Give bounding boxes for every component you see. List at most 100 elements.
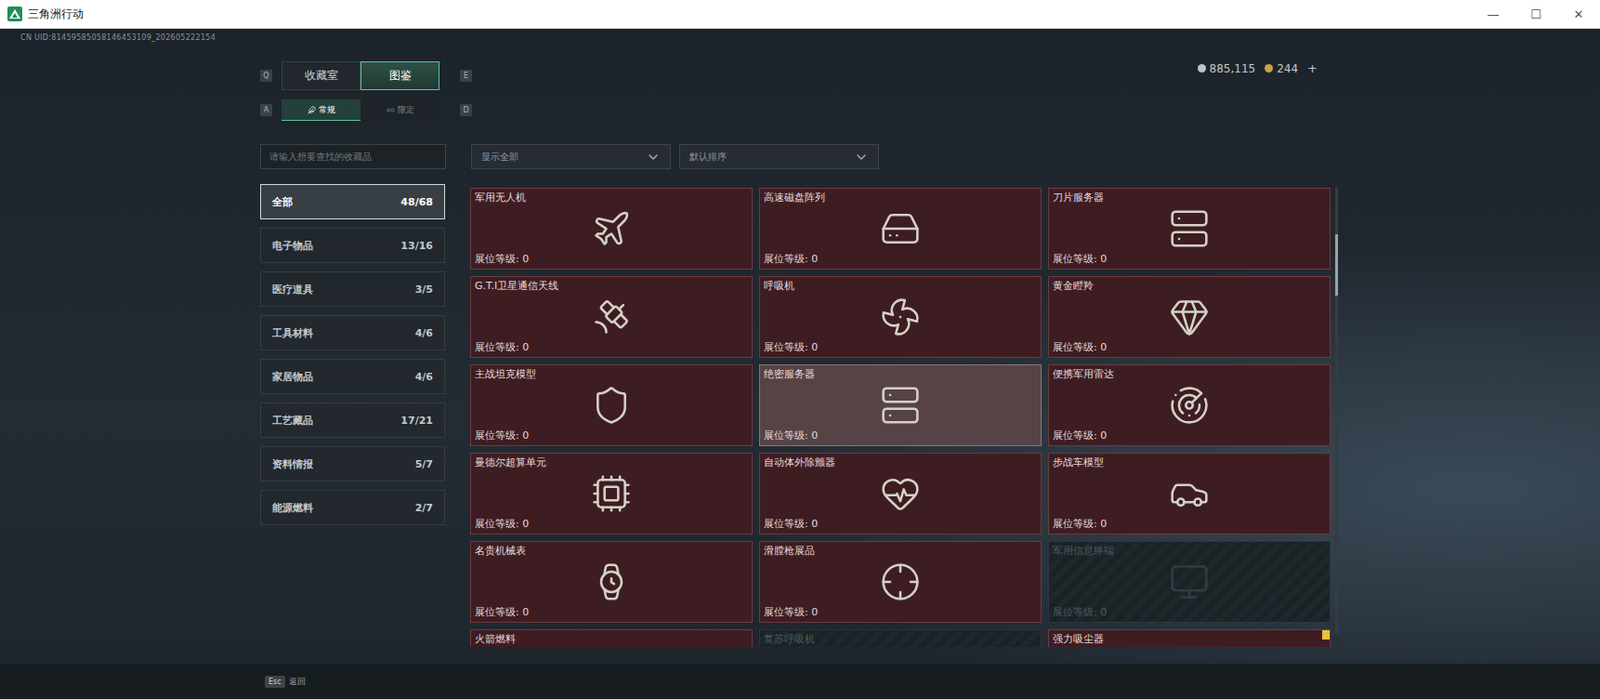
grid-area: 军用无人机展位等级: 0高速磁盘阵列展位等级: 0刀片服务器展位等级: 0G.T… — [470, 183, 1338, 647]
item-icon — [879, 384, 921, 426]
item-card[interactable]: 强力吸尘器 — [1048, 629, 1331, 647]
item-booth-level: 展位等级: 0 — [763, 340, 1037, 355]
item-booth-level: 展位等级: 0 — [474, 429, 748, 443]
item-card[interactable]: 曼德尔超算单元展位等级: 0 — [470, 452, 753, 535]
marker-badge — [1322, 629, 1330, 640]
item-card[interactable]: 主战坦克模型展位等级: 0 — [470, 364, 753, 446]
uid-label: CN UID:81459585058146453109_202605222154 — [0, 28, 1600, 62]
item-image — [763, 204, 1037, 253]
key-badge: Q — [260, 69, 273, 82]
key-badge: D — [459, 104, 473, 117]
item-image — [474, 469, 748, 518]
scrollbar[interactable] — [1335, 187, 1338, 634]
item-name: 刀片服务器 — [1052, 191, 1325, 205]
item-image — [763, 292, 1037, 341]
item-icon — [590, 296, 632, 338]
filter-row: 显示全部默认排序 — [260, 144, 1338, 170]
tab[interactable]: 收藏室 — [281, 61, 361, 91]
sidebar-item[interactable]: 全部48/68 — [260, 183, 446, 220]
item-image — [1052, 204, 1325, 253]
item-name: 复苏呼吸机 — [763, 632, 1037, 646]
item-name: G.T.I卫星通信天线 — [474, 279, 748, 293]
esc-key[interactable]: Esc — [264, 675, 286, 688]
item-card[interactable]: 火箭燃料 — [470, 629, 753, 647]
sidebar-item[interactable]: 资料情报5/7 — [260, 445, 446, 482]
item-card[interactable]: 自动体外除颤器展位等级: 0 — [759, 452, 1042, 535]
currency: 244 — [1264, 62, 1299, 76]
sidebar: 全部48/68 电子物品13/16 医疗道具3/5 工具材料4/6 家居物品4/6 工艺藏… — [260, 183, 446, 647]
subtab[interactable]: 常规 — [281, 99, 361, 121]
item-image — [763, 380, 1037, 430]
item-icon — [879, 208, 921, 250]
item-name: 军用信息终端 — [1052, 544, 1325, 558]
title-bar: 三角洲行动—☐✕ — [0, 0, 1600, 29]
back-label[interactable]: 返回 — [288, 675, 306, 688]
sidebar-item[interactable]: 电子物品13/16 — [260, 227, 446, 263]
item-image — [1052, 645, 1325, 647]
item-image — [763, 645, 1037, 647]
item-card[interactable]: 便携军用雷达展位等级: 0 — [1048, 364, 1331, 446]
item-booth-level: 展位等级: 0 — [1052, 429, 1325, 443]
window-control[interactable]: ✕ — [1557, 0, 1600, 29]
item-card[interactable]: 刀片服务器展位等级: 0 — [1048, 187, 1331, 270]
item-booth-level: 展位等级: 0 — [763, 429, 1037, 443]
item-card[interactable]: 军用信息终端展位等级: 0 — [1048, 540, 1331, 623]
item-icon — [590, 472, 632, 514]
subtab-row: A 常规限定 D — [260, 99, 473, 121]
sidebar-item[interactable]: 工艺藏品17/21 — [260, 402, 446, 438]
add-currency-button[interactable]: + — [1307, 61, 1318, 76]
item-card[interactable]: 军用无人机展位等级: 0 — [470, 187, 753, 270]
item-name: 曼德尔超算单元 — [474, 456, 748, 470]
grid-viewport: 军用无人机展位等级: 0高速磁盘阵列展位等级: 0刀片服务器展位等级: 0G.T… — [470, 187, 1331, 647]
tab[interactable]: 图鉴 — [360, 61, 440, 91]
top-bar: Q收藏室图鉴EA常规限定D885,115244+ — [260, 61, 1338, 121]
filter-dropdown[interactable]: 显示全部 — [471, 144, 671, 170]
item-booth-level: 展位等级: 0 — [1052, 340, 1325, 355]
content: Q收藏室图鉴EA常规限定D885,115244+显示全部默认排序全部48/68电… — [260, 61, 1338, 647]
item-icon — [1168, 296, 1210, 338]
key-badge: A — [260, 104, 273, 117]
item-name: 军用无人机 — [474, 191, 748, 205]
sidebar-item[interactable]: 家居物品4/6 — [260, 358, 446, 394]
item-icon — [879, 561, 921, 603]
item-booth-level: 展位等级: 0 — [763, 517, 1037, 531]
sidebar-item[interactable]: 能源燃料2/7 — [260, 489, 446, 525]
sidebar-item[interactable]: 医疗道具3/5 — [260, 271, 446, 307]
item-icon — [879, 472, 921, 514]
subtab-icon — [386, 105, 395, 115]
item-card[interactable]: 复苏呼吸机 — [759, 629, 1042, 647]
item-image — [1052, 292, 1325, 341]
item-card[interactable]: 步战车模型展位等级: 0 — [1048, 452, 1331, 535]
item-booth-level: 展位等级: 0 — [474, 252, 748, 266]
item-name: 自动体外除颤器 — [763, 456, 1037, 470]
item-name: 步战车模型 — [1052, 456, 1325, 470]
sidebar-item[interactable]: 工具材料4/6 — [260, 314, 446, 351]
item-booth-level: 展位等级: 0 — [474, 517, 748, 531]
item-card[interactable]: 黄金瞪羚展位等级: 0 — [1048, 275, 1331, 358]
window-control[interactable]: ☐ — [1514, 0, 1558, 29]
item-card[interactable]: 绝密服务器展位等级: 0 — [759, 364, 1042, 446]
search-input[interactable] — [260, 144, 446, 170]
scrollbar-thumb[interactable] — [1335, 234, 1338, 296]
currency: 885,115 — [1197, 62, 1257, 76]
item-booth-level: 展位等级: 0 — [474, 340, 748, 355]
item-card[interactable]: G.T.I卫星通信天线展位等级: 0 — [470, 275, 753, 358]
subtab-icon — [307, 105, 316, 115]
currency-bar: 885,115 244 + — [1197, 61, 1318, 76]
item-icon — [1168, 561, 1210, 603]
item-booth-level: 展位等级: 0 — [1052, 605, 1325, 619]
item-booth-level: 展位等级: 0 — [474, 605, 748, 619]
item-image — [474, 645, 748, 647]
item-image — [1052, 469, 1325, 518]
item-card[interactable]: 高速磁盘阵列展位等级: 0 — [759, 187, 1042, 270]
window-control[interactable]: — — [1471, 0, 1515, 29]
item-image — [474, 380, 748, 430]
chevron-down-icon — [645, 149, 661, 165]
item-card[interactable]: 名贵机械表展位等级: 0 — [470, 540, 753, 623]
subtab[interactable]: 限定 — [360, 99, 440, 121]
item-card[interactable]: 滑膛枪展品展位等级: 0 — [759, 540, 1042, 623]
tab-row: Q收藏室图鉴E — [260, 61, 473, 91]
window-title: 三角洲行动 — [27, 6, 1472, 23]
filter-dropdown[interactable]: 默认排序 — [679, 144, 879, 170]
item-card[interactable]: 呼吸机展位等级: 0 — [759, 275, 1042, 358]
